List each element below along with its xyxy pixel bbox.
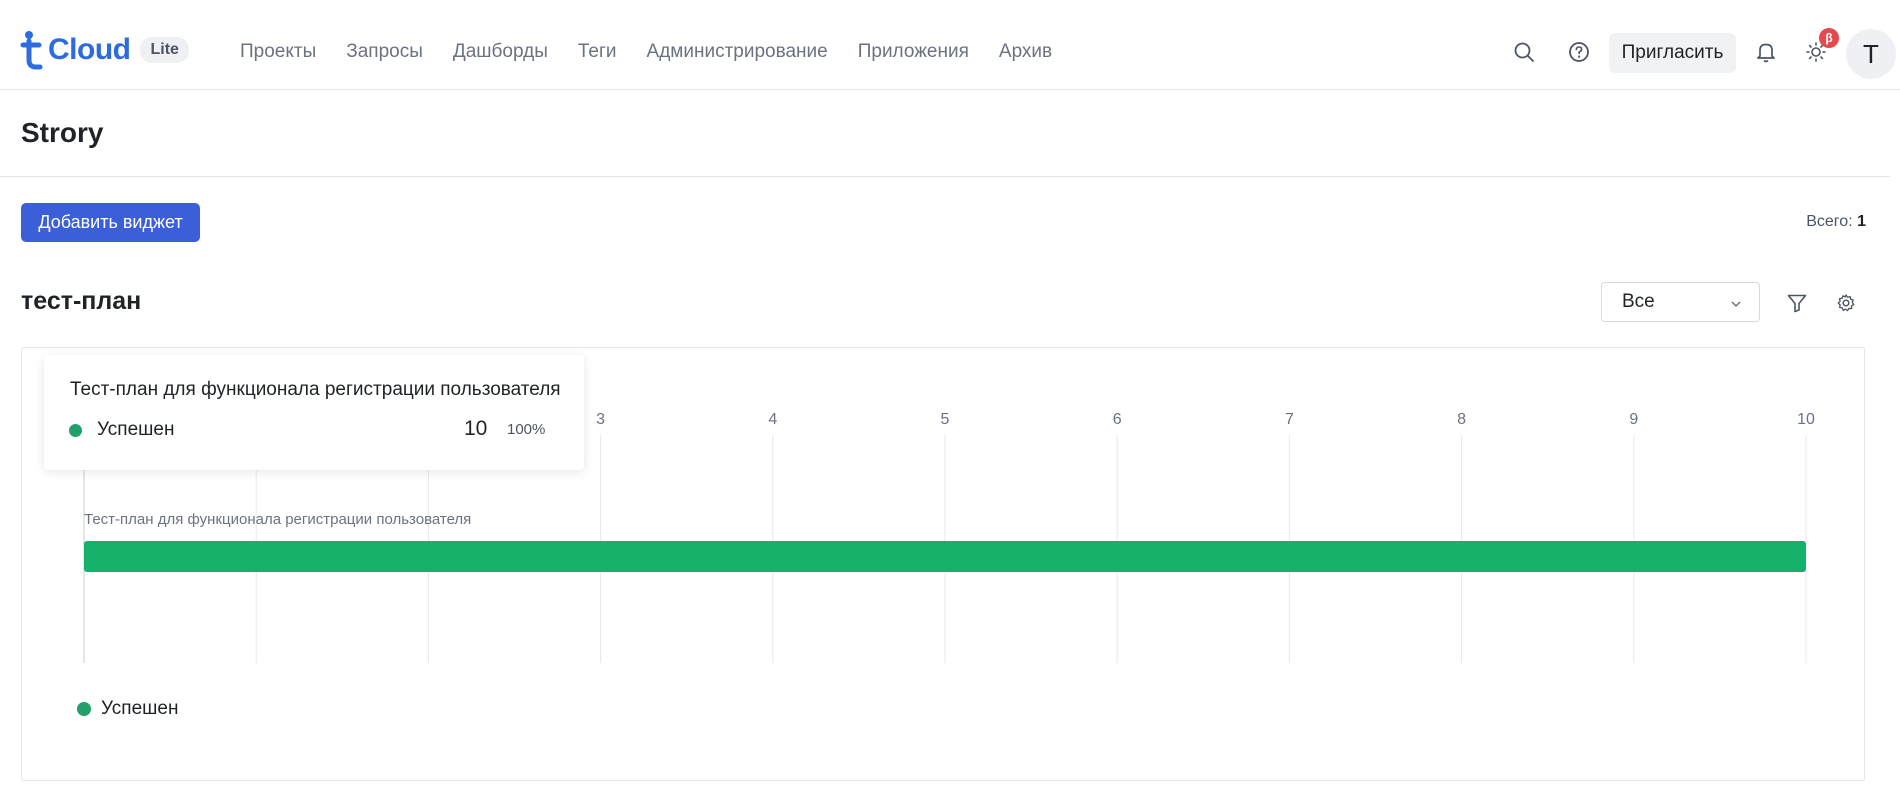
nav-tags[interactable]: Теги — [578, 41, 617, 63]
x-tick-label: 8 — [1457, 411, 1466, 428]
edition-badge: Lite — [140, 37, 189, 63]
logo-mark-icon — [20, 30, 46, 70]
x-tick-label: 5 — [941, 411, 950, 428]
total-label: Всего: — [1806, 213, 1853, 230]
x-tick-label: 9 — [1629, 411, 1638, 428]
status-filter-value: Все — [1622, 291, 1655, 312]
bell-icon[interactable] — [1752, 38, 1780, 66]
nav-administration[interactable]: Администрирование — [647, 41, 828, 63]
app-logo[interactable]: Cloud Lite — [20, 30, 189, 70]
invite-button[interactable]: Пригласить — [1609, 33, 1736, 73]
x-tick-label: 3 — [596, 411, 605, 428]
add-widget-button[interactable]: Добавить виджет — [21, 203, 200, 242]
widget-title: тест-план — [21, 287, 142, 315]
nav-projects[interactable]: Проекты — [240, 41, 316, 63]
help-icon[interactable] — [1565, 38, 1593, 66]
user-avatar[interactable]: T — [1846, 29, 1896, 79]
chart-legend: Успешен — [77, 698, 178, 720]
tooltip-value: 10 — [464, 417, 488, 440]
tooltip-status-label: Успешен — [97, 419, 175, 440]
nav-applications[interactable]: Приложения — [858, 41, 969, 63]
total-value: 1 — [1857, 213, 1866, 230]
x-tick-label: 10 — [1797, 411, 1815, 428]
tooltip-title: Тест-план для функционала регистрации по… — [70, 379, 561, 400]
x-tick-label: 7 — [1285, 411, 1294, 428]
legend-dot — [77, 702, 91, 716]
category-label: Тест-план для функционала регистрации по… — [84, 511, 471, 528]
chart-tooltip: Тест-план для функционала регистрации по… — [44, 355, 584, 470]
status-filter-select[interactable]: Все — [1601, 282, 1760, 322]
page-title: Strory — [21, 117, 104, 148]
main-nav: Проекты Запросы Дашборды Теги Администри… — [240, 41, 1082, 63]
top-navigation-bar: Cloud Lite Проекты Запросы Дашборды Теги… — [0, 0, 1900, 90]
nav-dashboards[interactable]: Дашборды — [453, 41, 548, 63]
logo-text: Cloud — [48, 33, 131, 66]
gear-icon[interactable] — [1833, 290, 1859, 316]
legend-label: Успешен — [101, 698, 179, 719]
beta-badge: β — [1819, 28, 1839, 48]
bar-success — [84, 541, 1806, 572]
nav-archive[interactable]: Архив — [999, 41, 1052, 63]
chevron-down-icon — [1729, 295, 1743, 317]
tooltip-percent: 100% — [507, 421, 546, 438]
total-count: Всего: 1 — [1806, 213, 1866, 231]
x-tick-label: 6 — [1113, 411, 1122, 428]
tooltip-status-dot — [69, 424, 82, 437]
x-tick-label: 4 — [768, 411, 777, 428]
filter-icon[interactable] — [1784, 290, 1810, 316]
divider — [0, 176, 1890, 177]
nav-requests[interactable]: Запросы — [346, 41, 423, 63]
search-icon[interactable] — [1510, 38, 1538, 66]
